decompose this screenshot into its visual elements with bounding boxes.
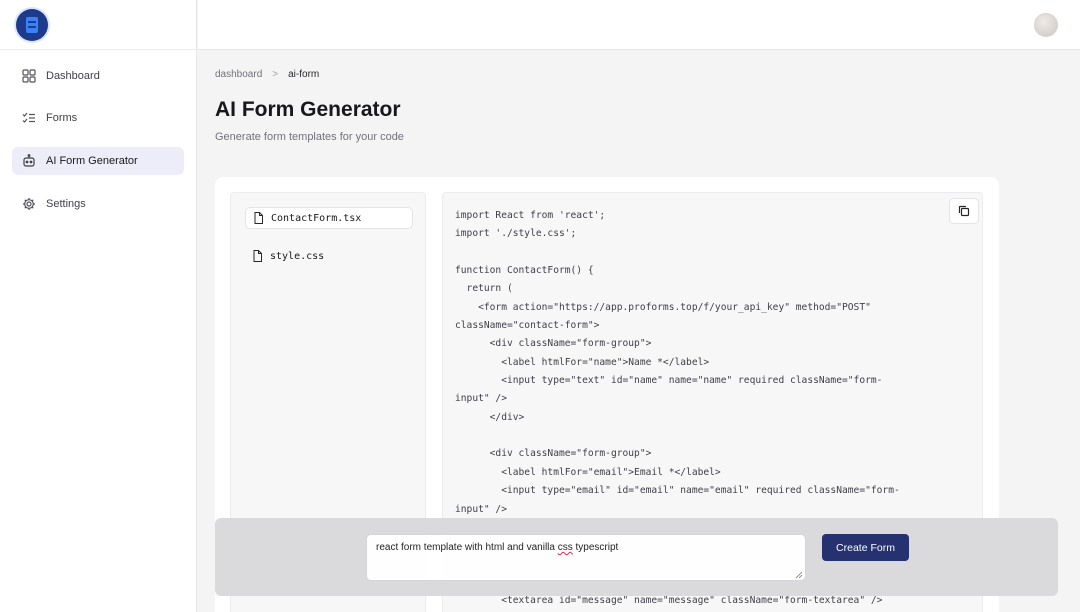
prompt-text-b: typescript: [572, 542, 619, 553]
top-bar: [198, 0, 1080, 50]
grid-icon: [22, 69, 36, 83]
app-logo[interactable]: [16, 9, 48, 41]
code-line: <input type="text" id="name" name="name"…: [455, 375, 883, 387]
code-line: input" />: [455, 503, 507, 515]
file-name: style.css: [270, 250, 325, 262]
page-subtitle: Generate form templates for your code: [215, 131, 404, 143]
sidebar: Dashboard Forms AI Form Generator Settin…: [0, 0, 197, 612]
sidebar-item-settings[interactable]: Settings: [12, 190, 184, 218]
robot-icon: [22, 154, 36, 168]
sidebar-item-ai-form-generator[interactable]: AI Form Generator: [12, 147, 184, 175]
gear-icon: [22, 197, 36, 211]
prompt-text-misspelled: css: [557, 542, 573, 553]
file-tab-contactform[interactable]: ContactForm.tsx: [245, 207, 413, 229]
code-line: <label htmlFor="email">Email *</label>: [455, 466, 721, 478]
code-line: import './style.css';: [455, 228, 577, 240]
code-line: className="contact-form">: [455, 320, 600, 332]
code-line: <div className="form-group">: [455, 338, 652, 350]
list-check-icon: [22, 111, 36, 125]
code-line: input" />: [455, 393, 507, 405]
breadcrumb-separator: >: [272, 69, 279, 80]
prompt-bar: react form template with html and vanill…: [215, 518, 1058, 596]
create-form-button[interactable]: Create Form: [822, 534, 909, 561]
code-line: import React from 'react';: [455, 210, 606, 221]
copy-button[interactable]: [949, 198, 979, 224]
file-name: ContactForm.tsx: [271, 212, 362, 224]
code-line: <form action="https://app.proforms.top/f…: [455, 301, 871, 313]
sidebar-item-label: Dashboard: [46, 70, 100, 82]
code-line: <div className="form-group">: [455, 448, 652, 460]
breadcrumb: dashboard > ai-form: [215, 69, 319, 80]
code-line: <input type="email" id="email" name="ema…: [455, 485, 900, 497]
breadcrumb-dashboard[interactable]: dashboard: [215, 69, 262, 80]
code-line: return (: [455, 283, 513, 295]
page-title: AI Form Generator: [215, 98, 401, 121]
prompt-textarea[interactable]: react form template with html and vanill…: [366, 534, 806, 581]
file-icon: [253, 250, 262, 262]
breadcrumb-current: ai-form: [288, 69, 320, 80]
code-line: </div>: [455, 411, 525, 423]
file-tab-style[interactable]: style.css: [245, 245, 413, 267]
sidebar-item-dashboard[interactable]: Dashboard: [12, 62, 184, 90]
code-line: function ContactForm() {: [455, 265, 594, 277]
sidebar-item-label: AI Form Generator: [46, 155, 138, 167]
prompt-text-a: react form template with html and vanill…: [376, 542, 558, 553]
sidebar-item-label: Forms: [46, 112, 78, 124]
logo-icon: [26, 17, 38, 33]
avatar[interactable]: [1034, 13, 1058, 37]
resize-grip-icon[interactable]: [795, 571, 803, 579]
file-icon: [254, 212, 263, 224]
logo-area: [0, 0, 196, 50]
code-line: <label htmlFor="name">Name *</label>: [455, 356, 710, 368]
sidebar-item-label: Settings: [46, 198, 86, 210]
sidebar-item-forms[interactable]: Forms: [12, 104, 184, 132]
copy-icon: [958, 205, 970, 217]
